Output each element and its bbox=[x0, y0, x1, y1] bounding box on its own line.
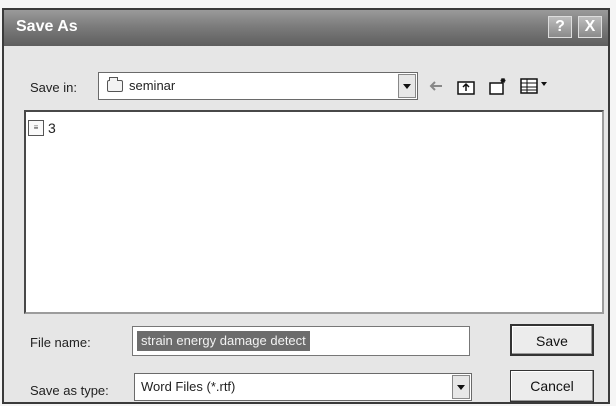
views-menu-icon[interactable] bbox=[519, 76, 539, 96]
save-as-type-value: Word Files (*.rtf) bbox=[141, 379, 236, 394]
cancel-button[interactable]: Cancel bbox=[510, 370, 594, 402]
back-arrow-icon[interactable] bbox=[426, 76, 446, 96]
save-in-value: seminar bbox=[129, 78, 176, 93]
save-in-combo[interactable]: seminar bbox=[98, 72, 418, 100]
title-bar: Save As ? X bbox=[4, 10, 608, 46]
views-dropdown-caret[interactable] bbox=[541, 82, 547, 86]
up-folder-icon[interactable] bbox=[456, 76, 476, 96]
file-name-label: File name: bbox=[30, 335, 91, 350]
file-name-value: strain energy damage detect bbox=[137, 331, 310, 351]
save-as-type-label: Save as type: bbox=[30, 383, 109, 398]
save-button[interactable]: Save bbox=[510, 324, 594, 356]
help-button[interactable]: ? bbox=[548, 16, 572, 38]
file-name-field[interactable]: strain energy damage detect bbox=[132, 326, 470, 356]
folder-icon bbox=[107, 77, 123, 92]
file-name: 3 bbox=[48, 120, 56, 136]
close-button[interactable]: X bbox=[578, 16, 602, 38]
save-as-type-dropdown-button[interactable] bbox=[452, 375, 470, 399]
document-icon: ≡ bbox=[28, 120, 44, 136]
save-in-label: Save in: bbox=[30, 80, 77, 95]
save-in-dropdown-button[interactable] bbox=[398, 74, 416, 98]
save-as-type-combo[interactable]: Word Files (*.rtf) bbox=[134, 373, 472, 401]
save-as-dialog: Save As ? X Save in: seminar ≡ 3 File na… bbox=[2, 8, 610, 404]
file-list[interactable]: ≡ 3 bbox=[24, 110, 604, 314]
new-folder-icon[interactable] bbox=[488, 76, 508, 96]
dialog-title: Save As bbox=[16, 18, 78, 35]
